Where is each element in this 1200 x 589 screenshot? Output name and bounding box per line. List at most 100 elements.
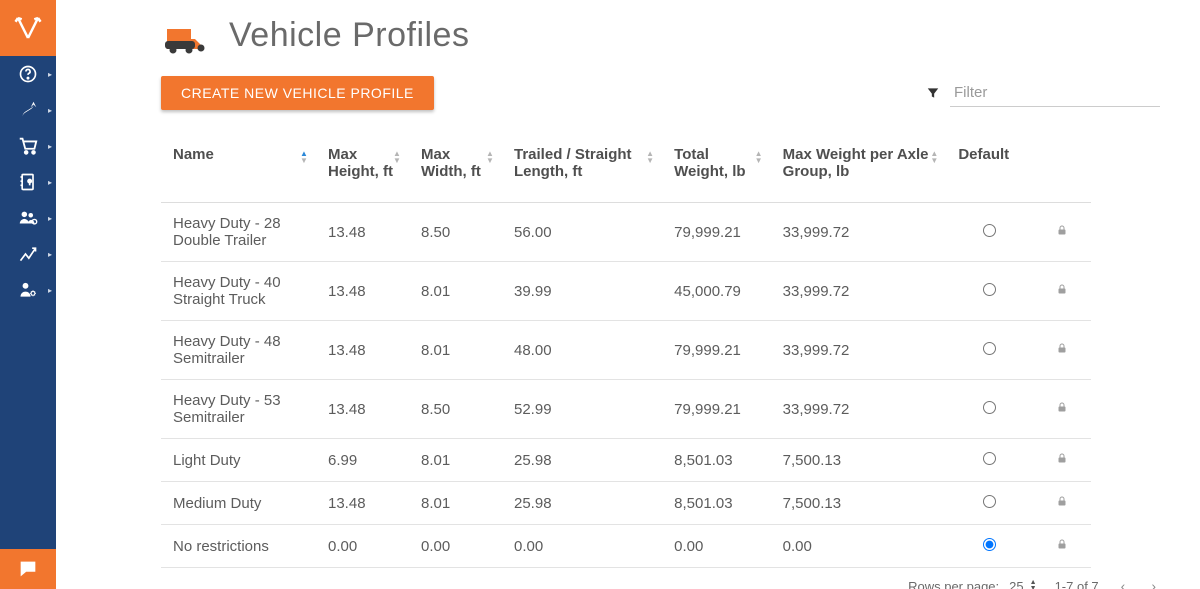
chat-bubble-icon bbox=[17, 558, 39, 580]
sort-icon: ▲▼ bbox=[646, 150, 656, 166]
lock-icon bbox=[1056, 223, 1068, 237]
route-logo-icon bbox=[13, 13, 43, 43]
cell-lock bbox=[1029, 203, 1091, 262]
col-header-name[interactable]: Name▲▼ bbox=[161, 136, 316, 203]
cell-lock bbox=[1029, 380, 1091, 439]
cell-default bbox=[946, 482, 1029, 525]
sort-icon: ▲▼ bbox=[393, 150, 403, 166]
table-row[interactable]: Heavy Duty - 53 Semitrailer13.488.5052.9… bbox=[161, 380, 1091, 439]
default-radio[interactable] bbox=[983, 452, 996, 465]
cell-max-height: 13.48 bbox=[316, 262, 409, 321]
col-header-lock bbox=[1029, 136, 1091, 203]
lock-icon bbox=[1056, 282, 1068, 296]
sidebar-item-help[interactable] bbox=[0, 56, 56, 92]
default-radio[interactable] bbox=[983, 538, 996, 551]
table-row[interactable]: Heavy Duty - 40 Straight Truck13.488.013… bbox=[161, 262, 1091, 321]
col-header-default[interactable]: Default bbox=[946, 136, 1029, 203]
default-radio[interactable] bbox=[983, 224, 996, 237]
pager-range: 1-7 of 7 bbox=[1055, 579, 1099, 589]
cell-lock bbox=[1029, 439, 1091, 482]
default-radio[interactable] bbox=[983, 283, 996, 296]
cell-max-width: 8.50 bbox=[409, 380, 502, 439]
cell-axle-weight: 33,999.72 bbox=[771, 380, 947, 439]
sort-icon: ▲▼ bbox=[300, 150, 310, 166]
table-row[interactable]: Heavy Duty - 28 Double Trailer13.488.505… bbox=[161, 203, 1091, 262]
cell-name: Heavy Duty - 53 Semitrailer bbox=[161, 380, 316, 439]
col-header-total-weight[interactable]: Total Weight, lb▲▼ bbox=[662, 136, 771, 203]
sidebar-chat-button[interactable] bbox=[0, 549, 56, 589]
cell-axle-weight: 7,500.13 bbox=[771, 439, 947, 482]
cell-max-height: 13.48 bbox=[316, 321, 409, 380]
cell-lock bbox=[1029, 482, 1091, 525]
cell-axle-weight: 0.00 bbox=[771, 525, 947, 568]
sidebar-item-team[interactable] bbox=[0, 200, 56, 236]
toolbar: CREATE NEW VEHICLE PROFILE bbox=[161, 76, 1160, 110]
cell-lock bbox=[1029, 525, 1091, 568]
filter-icon[interactable] bbox=[926, 86, 940, 100]
rows-per-page-select[interactable]: 25 ▲▼ bbox=[1009, 579, 1036, 589]
sort-icon: ▲▼ bbox=[755, 150, 765, 166]
user-gear-icon bbox=[18, 280, 38, 300]
cell-name: Heavy Duty - 48 Semitrailer bbox=[161, 321, 316, 380]
cell-default bbox=[946, 262, 1029, 321]
sidebar-item-orders[interactable] bbox=[0, 128, 56, 164]
book-pin-icon bbox=[18, 172, 38, 192]
route-arrows-icon bbox=[17, 99, 39, 121]
app-logo[interactable] bbox=[0, 0, 56, 56]
cell-length: 25.98 bbox=[502, 439, 662, 482]
cell-max-width: 8.50 bbox=[409, 203, 502, 262]
col-header-max-height[interactable]: Max Height, ft▲▼ bbox=[316, 136, 409, 203]
cell-default bbox=[946, 525, 1029, 568]
vehicle-profiles-table: Name▲▼ Max Height, ft▲▼ Max Width, ft▲▼ … bbox=[161, 136, 1091, 568]
cell-name: Light Duty bbox=[161, 439, 316, 482]
pager-next-button[interactable]: › bbox=[1147, 578, 1160, 589]
sidebar bbox=[0, 0, 56, 589]
lock-icon bbox=[1056, 341, 1068, 355]
table-row[interactable]: No restrictions0.000.000.000.000.00 bbox=[161, 525, 1091, 568]
main-content: Vehicle Profiles CREATE NEW VEHICLE PROF… bbox=[56, 0, 1200, 589]
default-radio[interactable] bbox=[983, 401, 996, 414]
sidebar-nav bbox=[0, 56, 56, 308]
table-row[interactable]: Heavy Duty - 48 Semitrailer13.488.0148.0… bbox=[161, 321, 1091, 380]
cell-length: 56.00 bbox=[502, 203, 662, 262]
sidebar-item-addresses[interactable] bbox=[0, 164, 56, 200]
sort-icon: ▲▼ bbox=[486, 150, 496, 166]
default-radio[interactable] bbox=[983, 495, 996, 508]
default-radio[interactable] bbox=[983, 342, 996, 355]
cell-max-height: 13.48 bbox=[316, 203, 409, 262]
cell-axle-weight: 33,999.72 bbox=[771, 262, 947, 321]
filter-input[interactable] bbox=[950, 79, 1160, 107]
cell-default bbox=[946, 439, 1029, 482]
cell-length: 52.99 bbox=[502, 380, 662, 439]
sidebar-item-routes[interactable] bbox=[0, 92, 56, 128]
cell-max-height: 6.99 bbox=[316, 439, 409, 482]
col-header-axle-weight[interactable]: Max Weight per Axle Group, lb▲▼ bbox=[771, 136, 947, 203]
rows-per-page-label: Rows per page: bbox=[908, 579, 999, 589]
pager: Rows per page: 25 ▲▼ 1-7 of 7 ‹ › bbox=[161, 578, 1160, 589]
table-row[interactable]: Light Duty6.998.0125.988,501.037,500.13 bbox=[161, 439, 1091, 482]
sort-icon: ▲▼ bbox=[930, 150, 940, 166]
col-header-max-width[interactable]: Max Width, ft▲▼ bbox=[409, 136, 502, 203]
cell-default bbox=[946, 203, 1029, 262]
cell-length: 0.00 bbox=[502, 525, 662, 568]
cell-max-width: 0.00 bbox=[409, 525, 502, 568]
chart-up-icon bbox=[18, 244, 38, 264]
cell-total-weight: 79,999.21 bbox=[662, 203, 771, 262]
cart-icon bbox=[17, 135, 39, 157]
cell-total-weight: 0.00 bbox=[662, 525, 771, 568]
lock-icon bbox=[1056, 537, 1068, 551]
page-title: Vehicle Profiles bbox=[229, 16, 469, 55]
cell-name: Medium Duty bbox=[161, 482, 316, 525]
cell-max-width: 8.01 bbox=[409, 262, 502, 321]
create-vehicle-profile-button[interactable]: CREATE NEW VEHICLE PROFILE bbox=[161, 76, 434, 110]
cell-total-weight: 79,999.21 bbox=[662, 380, 771, 439]
table-row[interactable]: Medium Duty13.488.0125.988,501.037,500.1… bbox=[161, 482, 1091, 525]
pager-prev-button[interactable]: ‹ bbox=[1117, 578, 1130, 589]
cell-total-weight: 79,999.21 bbox=[662, 321, 771, 380]
lock-icon bbox=[1056, 494, 1068, 508]
cell-max-height: 13.48 bbox=[316, 380, 409, 439]
sidebar-item-analytics[interactable] bbox=[0, 236, 56, 272]
cell-max-height: 13.48 bbox=[316, 482, 409, 525]
sidebar-item-admin[interactable] bbox=[0, 272, 56, 308]
col-header-length[interactable]: Trailed / Straight Length, ft▲▼ bbox=[502, 136, 662, 203]
